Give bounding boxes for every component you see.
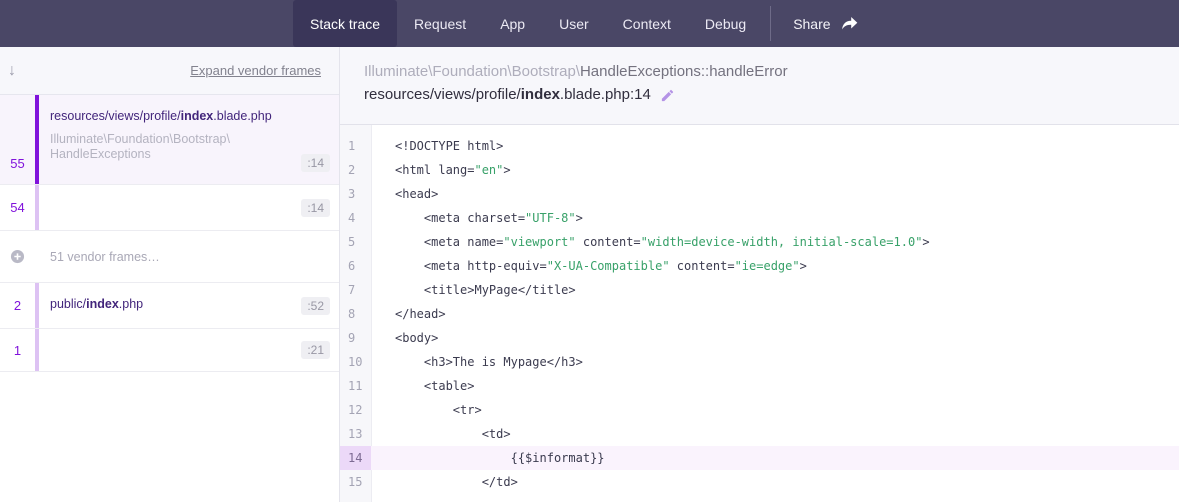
prev-frame-arrow-icon[interactable]: ↑: [0, 62, 1, 80]
code-line: 5 <meta name="viewport" content="width=d…: [340, 230, 1179, 254]
stack-frame-row[interactable]: 2 public/index.php:52: [0, 283, 339, 329]
line-number: 14: [340, 446, 371, 470]
code-line: 10 <h3>The is Mypage</h3>: [340, 350, 1179, 374]
line-number: 3: [340, 182, 371, 206]
line-number: 4: [340, 206, 371, 230]
frame-content: [39, 329, 339, 371]
code-line: 3<head>: [340, 182, 1179, 206]
sidebar-header: ↑ ↓ Expand vendor frames: [0, 47, 339, 95]
line-number: 8: [340, 302, 371, 326]
code-line: 8</head>: [340, 302, 1179, 326]
frame-class-name: Illuminate\Foundation\Bootstrap\HandleEx…: [50, 132, 299, 162]
line-number: 1: [340, 134, 371, 158]
stack-frame-row[interactable]: 55resources/views/profile/index.blade.ph…: [0, 95, 339, 185]
frame-number: 55: [0, 95, 35, 184]
tab-debug[interactable]: Debug: [688, 0, 763, 47]
code-line: 6 <meta http-equiv="X-UA-Compatible" con…: [340, 254, 1179, 278]
code-line: 13 <td>: [340, 422, 1179, 446]
nav-tabs: Stack traceRequestAppUserContextDebug: [293, 0, 763, 47]
code-line: 4 <meta charset="UTF-8">: [340, 206, 1179, 230]
line-number-badge: :14: [301, 199, 330, 217]
code-line: 1<!DOCTYPE html>: [340, 134, 1179, 158]
stack-frame-row[interactable]: 54 :14: [0, 185, 339, 231]
edit-file-pencil-icon[interactable]: [660, 88, 675, 103]
line-code: <!DOCTYPE html>: [371, 134, 503, 158]
code-viewer: 1<!DOCTYPE html>2<html lang="en">3<head>…: [340, 125, 1179, 502]
frame-number: 2: [0, 283, 35, 328]
top-nav: Stack traceRequestAppUserContextDebug Sh…: [0, 0, 1179, 47]
line-code: <td>: [371, 422, 511, 446]
tab-context[interactable]: Context: [606, 0, 688, 47]
tab-user[interactable]: User: [542, 0, 606, 47]
code-line-highlighted: 14 {{$informat}}: [340, 446, 1179, 470]
line-number: 10: [340, 350, 371, 374]
frame-number: 54: [0, 185, 35, 230]
line-number: 2: [340, 158, 371, 182]
line-code: </td>: [371, 470, 518, 494]
tab-app[interactable]: App: [483, 0, 542, 47]
line-number: 15: [340, 470, 371, 494]
stack-frame-row[interactable]: 1 :21: [0, 329, 339, 372]
line-code: <meta name="viewport" content="width=dev…: [371, 230, 930, 254]
frame-number: 1: [0, 329, 35, 371]
frame-content: [39, 185, 339, 230]
next-frame-arrow-icon[interactable]: ↓: [8, 62, 16, 80]
frame-content: public/index.php: [39, 283, 339, 328]
frame-file-path: resources/views/profile/index.blade.php: [50, 109, 299, 123]
line-number-badge: :21: [301, 341, 330, 359]
line-code: <table>: [371, 374, 474, 398]
method-name: HandleExceptions::handleError: [580, 63, 788, 80]
code-line: 2<html lang="en">: [340, 158, 1179, 182]
frame-file-path: public/index.php: [50, 297, 299, 311]
frame-detail-header: Illuminate\Foundation\Bootstrap\HandleEx…: [340, 47, 1179, 125]
code-line: 12 <tr>: [340, 398, 1179, 422]
frame-nav-arrows: ↑ ↓: [0, 62, 16, 80]
share-arrow-icon: [841, 16, 858, 31]
frame-file-line: resources/views/profile/index.blade.php:…: [364, 83, 1179, 107]
line-number: 5: [340, 230, 371, 254]
vendor-frames-label: 51 vendor frames…: [39, 231, 160, 282]
line-number: 6: [340, 254, 371, 278]
line-number: 11: [340, 374, 371, 398]
ignition-error-page: Stack traceRequestAppUserContextDebug Sh…: [0, 0, 1179, 502]
line-number-badge: :52: [301, 297, 330, 315]
line-number: 13: [340, 422, 371, 446]
line-number-badge: :14: [301, 154, 330, 172]
frame-content: resources/views/profile/index.blade.php I…: [39, 95, 339, 184]
line-code: <h3>The is Mypage</h3>: [371, 350, 583, 374]
line-number: 12: [340, 398, 371, 422]
line-code: </head>: [371, 302, 446, 326]
vendor-frames-row[interactable]: 51 vendor frames…: [0, 231, 339, 283]
expand-plus-icon[interactable]: [0, 231, 35, 282]
line-code: <html lang="en">: [371, 158, 511, 182]
line-code: <meta http-equiv="X-UA-Compatible" conte…: [371, 254, 807, 278]
line-code: {{$informat}}: [371, 446, 605, 470]
code-line: 9<body>: [340, 326, 1179, 350]
line-code: <meta charset="UTF-8">: [371, 206, 583, 230]
code-lines: 1<!DOCTYPE html>2<html lang="en">3<head>…: [340, 134, 1179, 494]
stack-frames-list: 55resources/views/profile/index.blade.ph…: [0, 95, 339, 372]
share-label: Share: [793, 16, 830, 32]
code-line: 11 <table>: [340, 374, 1179, 398]
line-code: <tr>: [371, 398, 482, 422]
stack-trace-sidebar: ↑ ↓ Expand vendor frames 55resources/vie…: [0, 47, 340, 502]
method-namespace: Illuminate\Foundation\Bootstrap\: [364, 63, 580, 80]
tab-stack-trace[interactable]: Stack trace: [293, 0, 397, 47]
line-number: 9: [340, 326, 371, 350]
main-panel: Illuminate\Foundation\Bootstrap\HandleEx…: [340, 47, 1179, 502]
file-path: resources/views/profile/index.blade.php:…: [364, 83, 651, 107]
line-code: <title>MyPage</title>: [371, 278, 576, 302]
line-number: 7: [340, 278, 371, 302]
page-body: ↑ ↓ Expand vendor frames 55resources/vie…: [0, 47, 1179, 502]
expand-vendor-frames-link[interactable]: Expand vendor frames: [190, 63, 321, 78]
tab-request[interactable]: Request: [397, 0, 483, 47]
code-line: 7 <title>MyPage</title>: [340, 278, 1179, 302]
frame-method-line: Illuminate\Foundation\Bootstrap\HandleEx…: [364, 61, 1179, 83]
line-code: <head>: [371, 182, 438, 206]
code-line: 15 </td>: [340, 470, 1179, 494]
share-button[interactable]: Share: [771, 0, 879, 47]
line-code: <body>: [371, 326, 438, 350]
